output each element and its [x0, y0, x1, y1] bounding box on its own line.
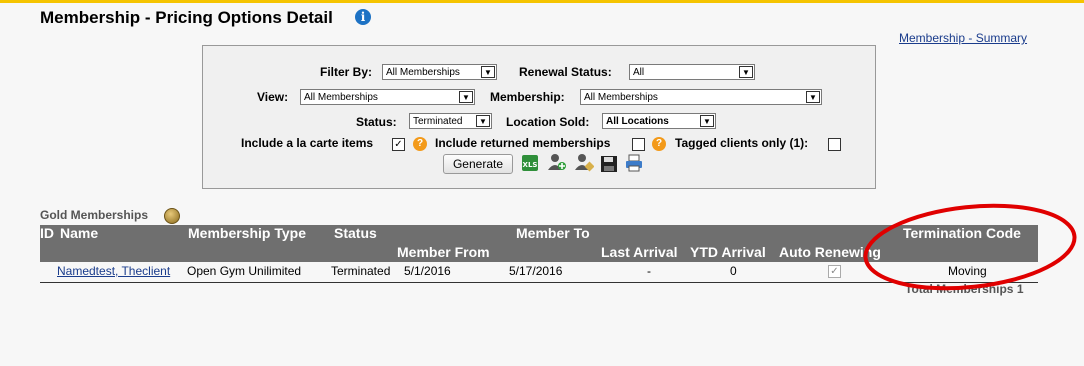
xls-export-icon[interactable]: XLS [520, 153, 540, 173]
cell-membership-type: Open Gym Unilimited [187, 264, 302, 278]
add-user-icon[interactable] [547, 152, 567, 172]
col-member-from[interactable]: Member From [397, 244, 490, 260]
help-icon[interactable]: ? [413, 137, 427, 151]
gold-coin-icon [164, 208, 180, 224]
svg-text:XLS: XLS [523, 161, 538, 169]
membership-select[interactable]: All Memberships ▼ [580, 89, 822, 105]
col-id[interactable]: ID [40, 225, 54, 241]
col-last-arrival[interactable]: Last Arrival [601, 244, 678, 260]
save-icon[interactable] [599, 154, 619, 174]
chevron-down-icon: ▼ [476, 115, 490, 127]
status-value: Terminated [413, 116, 463, 127]
include-returned-label: Include returned memberships [435, 136, 611, 150]
help-icon[interactable]: ? [652, 137, 666, 151]
col-member-to[interactable]: Member To [516, 225, 590, 241]
filter-by-label: Filter By: [320, 65, 373, 79]
membership-label: Membership: [490, 90, 565, 104]
section-title: Gold Memberships [40, 208, 149, 222]
chevron-down-icon: ▼ [459, 91, 473, 103]
filter-by-select[interactable]: All Memberships ▼ [382, 64, 497, 80]
status-label: Status: [356, 115, 397, 129]
chevron-down-icon: ▼ [700, 115, 714, 127]
auto-renewing-checkbox: ✓ [828, 265, 841, 278]
col-status[interactable]: Status [334, 225, 377, 241]
col-membership-type[interactable]: Membership Type [188, 225, 306, 241]
chevron-down-icon: ▼ [481, 66, 495, 78]
cell-member-from: 5/1/2016 [404, 264, 451, 278]
col-name[interactable]: Name [60, 225, 98, 241]
renewal-status-label: Renewal Status: [519, 65, 612, 79]
page-title: Membership - Pricing Options Detail [40, 8, 333, 27]
view-select[interactable]: All Memberships ▼ [300, 89, 475, 105]
cell-status: Terminated [331, 264, 391, 278]
location-sold-value: All Locations [606, 116, 669, 127]
membership-summary-link[interactable]: Membership - Summary [899, 31, 1027, 45]
col-ytd-arrival[interactable]: YTD Arrival [690, 244, 766, 260]
print-icon[interactable] [624, 153, 644, 173]
info-icon[interactable]: i [355, 9, 371, 25]
include-a-la-carte-label: Include a la carte items [241, 136, 374, 150]
location-sold-label: Location Sold: [506, 115, 590, 129]
client-name-link[interactable]: Namedtest, Theclient [57, 264, 170, 278]
renewal-status-select[interactable]: All ▼ [629, 64, 755, 80]
annotation-circle [863, 203, 1077, 291]
chevron-down-icon: ▼ [739, 66, 753, 78]
include-returned-checkbox[interactable] [632, 138, 645, 151]
tagged-clients-label: Tagged clients only (1): [675, 136, 809, 150]
filter-by-value: All Memberships [386, 67, 460, 78]
cell-member-to: 5/17/2016 [509, 264, 563, 278]
tag-user-icon[interactable] [574, 152, 594, 172]
include-a-la-carte-checkbox[interactable]: ✓ [392, 138, 405, 151]
cell-last-arrival: - [647, 264, 651, 278]
view-value: All Memberships [304, 92, 378, 103]
top-accent-bar [0, 0, 1084, 3]
view-label: View: [257, 90, 289, 104]
location-sold-select[interactable]: All Locations ▼ [602, 113, 716, 129]
cell-ytd-arrival: 0 [730, 264, 737, 278]
generate-button[interactable]: Generate [443, 154, 513, 174]
chevron-down-icon: ▼ [806, 91, 820, 103]
membership-value: All Memberships [584, 92, 658, 103]
status-select[interactable]: Terminated ▼ [409, 113, 492, 129]
renewal-status-value: All [633, 67, 645, 78]
tagged-clients-checkbox[interactable] [828, 138, 841, 151]
